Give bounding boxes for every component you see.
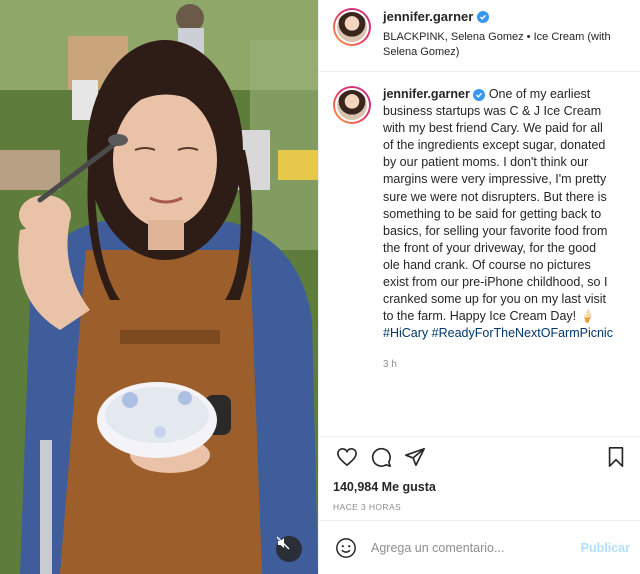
comment-icon bbox=[371, 447, 391, 467]
publish-button[interactable]: Publicar bbox=[581, 541, 630, 555]
comment-input[interactable] bbox=[371, 540, 581, 555]
heart-icon bbox=[337, 447, 357, 466]
caption: jennifer.garner One of my earliest busin… bbox=[383, 86, 615, 436]
smiley-icon bbox=[336, 537, 356, 558]
share-button[interactable] bbox=[401, 443, 429, 471]
emoji-button[interactable] bbox=[333, 535, 359, 561]
speaker-muted-icon bbox=[276, 536, 290, 550]
mute-button[interactable] bbox=[276, 536, 302, 562]
save-button[interactable] bbox=[602, 443, 630, 471]
action-bar bbox=[319, 436, 640, 476]
verified-badge-icon bbox=[473, 89, 486, 101]
caption-avatar[interactable] bbox=[333, 86, 371, 124]
bookmark-icon bbox=[608, 446, 624, 467]
likes-count[interactable]: 140,984 Me gusta bbox=[319, 476, 640, 498]
post-details-panel: jennifer.garner BLACKPINK, Selena Gomez … bbox=[318, 0, 640, 574]
instagram-post-view: jennifer.garner BLACKPINK, Selena Gomez … bbox=[0, 0, 640, 574]
video-frame bbox=[0, 0, 318, 574]
caption-area: jennifer.garner One of my earliest busin… bbox=[319, 72, 640, 436]
hashtag-link[interactable]: #ReadyForTheNextOFarmPicnic bbox=[432, 326, 613, 340]
hashtag-link[interactable]: #HiCary bbox=[383, 326, 428, 340]
like-button[interactable] bbox=[333, 443, 361, 471]
comment-bar: Publicar bbox=[319, 520, 640, 574]
audio-track[interactable]: BLACKPINK, Selena Gomez • Ice Cream (wit… bbox=[383, 30, 630, 60]
header-username[interactable]: jennifer.garner bbox=[383, 9, 490, 24]
caption-time: 3 h bbox=[383, 359, 397, 371]
paper-plane-icon bbox=[405, 447, 425, 466]
post-video[interactable] bbox=[0, 0, 318, 574]
avatar[interactable] bbox=[333, 8, 371, 46]
caption-body: One of my earliest business startups was… bbox=[383, 87, 608, 324]
caption-username[interactable]: jennifer.garner bbox=[383, 87, 470, 101]
post-header: jennifer.garner BLACKPINK, Selena Gomez … bbox=[319, 0, 640, 72]
username-text[interactable]: jennifer.garner bbox=[383, 9, 473, 24]
verified-badge-icon bbox=[477, 10, 490, 23]
post-timestamp: HACE 3 HORAS bbox=[333, 502, 402, 512]
comment-button[interactable] bbox=[367, 443, 395, 471]
